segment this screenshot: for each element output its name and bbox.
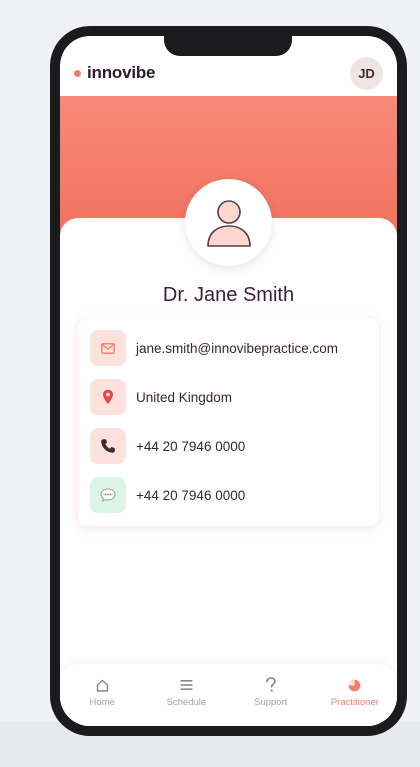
contact-card: jane.smith@innovibepractice.com United K… — [78, 318, 379, 526]
tab-practitioner[interactable]: Practitioner — [313, 664, 397, 726]
bottom-tab-bar: Home Schedule Support Practitioner — [60, 664, 397, 726]
contact-email: jane.smith@innovibepractice.com — [136, 340, 339, 356]
tab-practitioner-label: Practitioner — [330, 697, 379, 708]
home-icon — [94, 677, 110, 693]
contact-row-messaging[interactable]: +44 20 7946 0000 — [90, 476, 369, 514]
contact-location: United Kingdom — [136, 389, 233, 405]
contact-row-location[interactable]: United Kingdom — [90, 378, 369, 416]
brand-logo[interactable]: innovibe — [74, 63, 155, 83]
envelope-icon — [90, 330, 126, 366]
brand-dot-icon — [74, 69, 81, 77]
chat-bubble-icon — [90, 477, 126, 513]
tab-home[interactable]: Home — [60, 664, 144, 726]
profile-avatar[interactable] — [185, 179, 272, 266]
question-icon — [263, 677, 279, 693]
practitioner-name: Dr. Jane Smith — [162, 284, 295, 306]
phone-icon — [90, 428, 126, 464]
app-screen: innovibe JD Dr. Jane Smith jane.smith@in… — [60, 36, 397, 726]
tab-support-label: Support — [253, 697, 288, 708]
menu-lines-icon — [178, 677, 194, 693]
contact-row-email[interactable]: jane.smith@innovibepractice.com — [90, 329, 369, 367]
contact-messaging-number: +44 20 7946 0000 — [136, 487, 246, 503]
pie-chart-icon — [347, 677, 363, 693]
brand-name: innovibe — [87, 63, 156, 82]
tab-support[interactable]: Support — [229, 664, 313, 726]
phone-notch — [164, 36, 292, 56]
user-silhouette-icon — [206, 199, 251, 247]
phone-frame: innovibe JD Dr. Jane Smith jane.smith@in… — [50, 26, 407, 736]
location-pin-icon — [90, 379, 126, 415]
contact-phone: +44 20 7946 0000 — [136, 438, 246, 454]
contact-row-phone[interactable]: +44 20 7946 0000 — [90, 427, 369, 465]
tab-schedule-label: Schedule — [166, 697, 207, 708]
tab-home-label: Home — [89, 697, 115, 708]
user-avatar[interactable]: JD — [350, 56, 383, 90]
tab-schedule[interactable]: Schedule — [144, 664, 228, 726]
